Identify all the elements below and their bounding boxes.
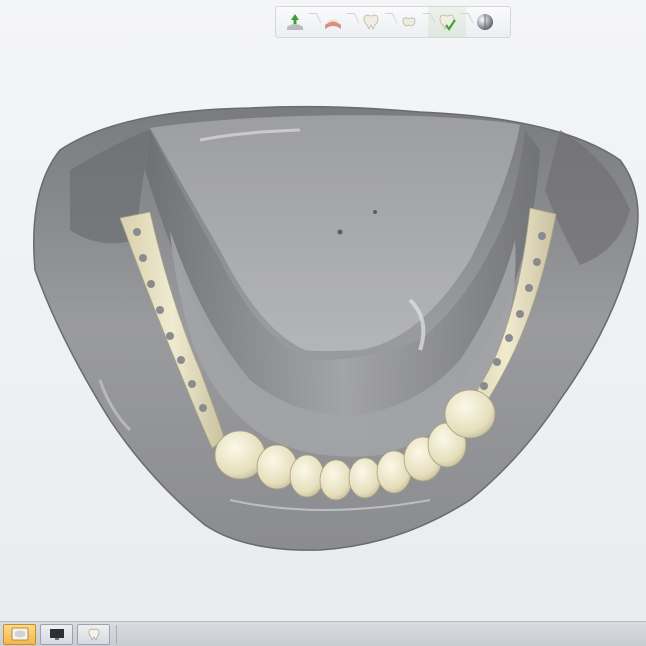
step-tooth-small[interactable]	[390, 7, 428, 37]
export-sphere-icon	[477, 14, 493, 30]
gum-arch-icon	[325, 19, 341, 29]
step-tooth-check[interactable]	[428, 7, 466, 37]
taskbar-separator	[116, 624, 117, 644]
tooth	[444, 389, 496, 439]
step-tooth[interactable]	[352, 7, 390, 37]
workflow-toolbar	[275, 6, 511, 38]
tooth	[348, 457, 382, 499]
model-window-button[interactable]	[3, 623, 36, 645]
tooth-window-icon	[88, 628, 99, 641]
tooth-check-icon	[439, 14, 456, 31]
denture-model	[33, 105, 639, 551]
monitor-button[interactable]	[40, 623, 73, 645]
tooth-window-button[interactable]	[77, 623, 110, 645]
step-gum-arch[interactable]	[314, 7, 352, 37]
tooth	[289, 454, 325, 498]
step-download-scan[interactable]	[276, 7, 314, 37]
tooth-icon	[363, 14, 379, 30]
tooth-small-icon	[402, 17, 416, 27]
3d-viewport[interactable]	[0, 44, 646, 620]
download-scan-icon	[287, 14, 303, 30]
bottom-taskbar	[0, 621, 646, 646]
monitor-icon	[49, 629, 64, 640]
tooth	[319, 459, 353, 501]
step-export-sphere[interactable]	[466, 7, 504, 37]
model-window-icon	[11, 627, 28, 641]
